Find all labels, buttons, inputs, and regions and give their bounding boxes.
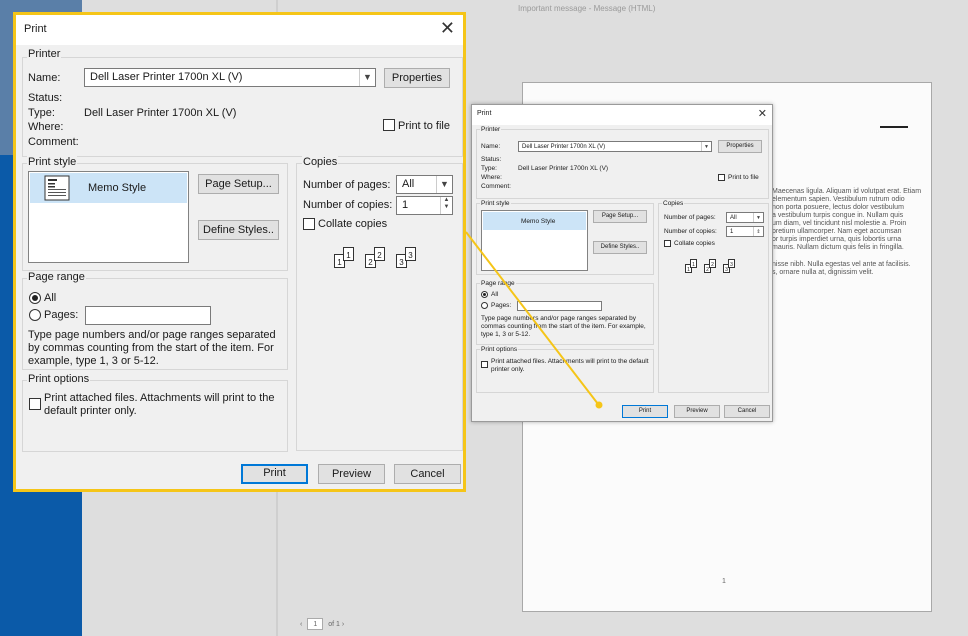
callout-arrow (465, 231, 603, 409)
